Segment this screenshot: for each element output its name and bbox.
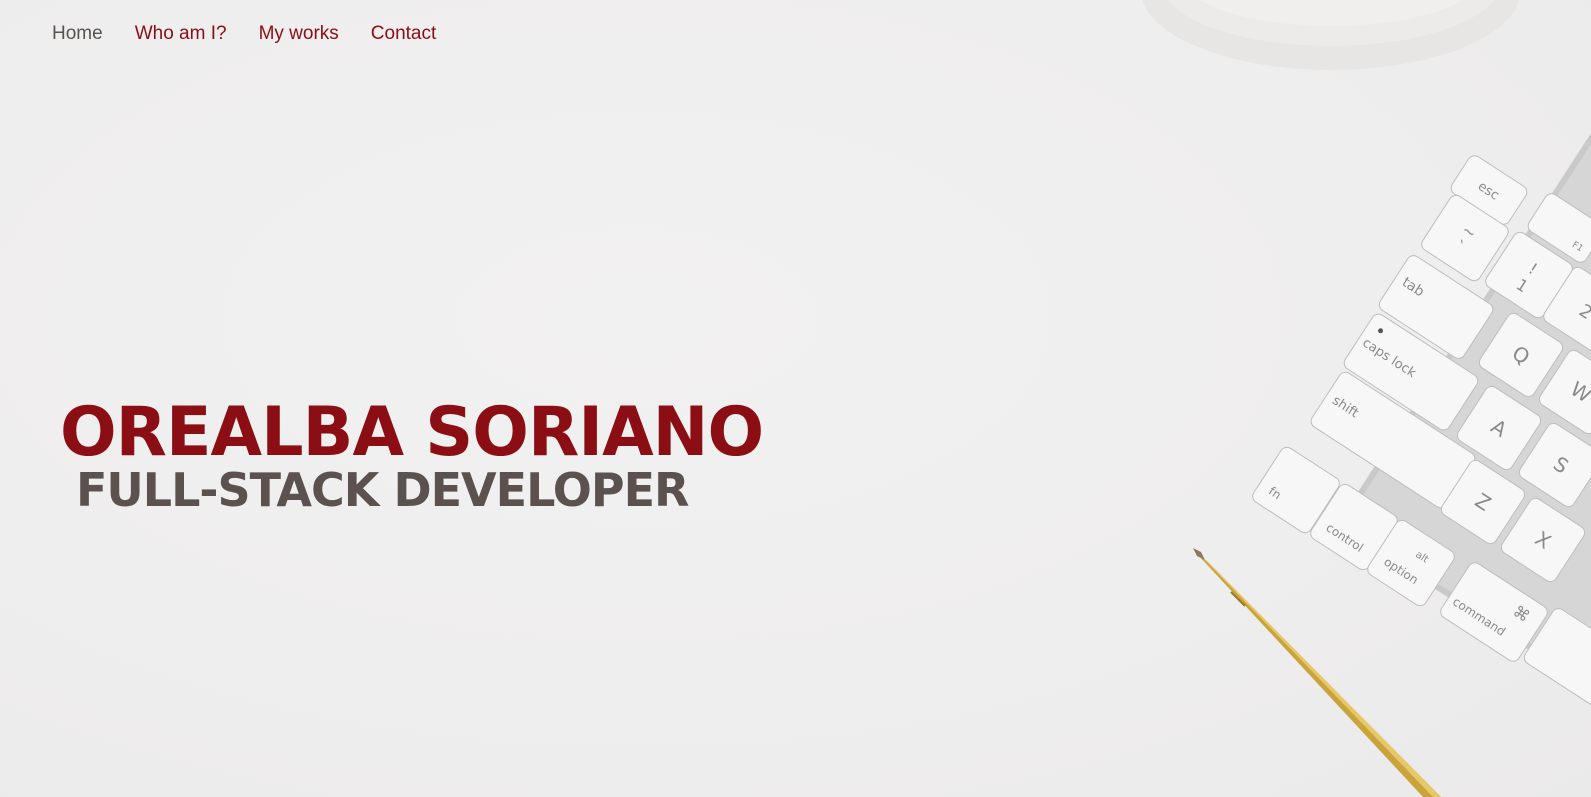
nav-home-link[interactable]: Home <box>52 22 103 46</box>
hero-role: FULL-STACK DEVELOPER <box>76 463 689 517</box>
nav-my-works-link[interactable]: My works <box>259 22 339 46</box>
main-nav: Home Who am I? My works Contact <box>52 22 468 46</box>
keyboard-pen-photo: esc F1 ~ ` ! 1 2 tab Q W caps lock A S s… <box>1142 0 1591 797</box>
hero: OREALBA SORIANO FULL-STACK DEVELOPER <box>60 393 778 517</box>
cup-saucer <box>1142 0 1520 70</box>
hero-name: OREALBA SORIANO <box>60 393 764 472</box>
nav-contact-link[interactable]: Contact <box>371 22 436 46</box>
nav-who-am-i-link[interactable]: Who am I? <box>135 22 227 46</box>
